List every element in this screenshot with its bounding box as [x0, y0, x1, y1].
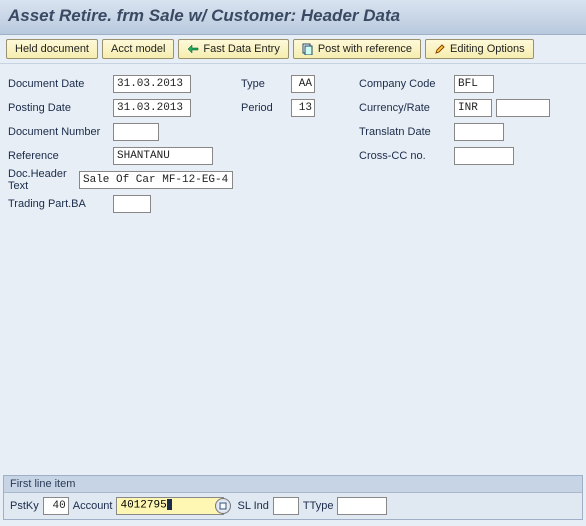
editing-options-button[interactable]: Editing Options [425, 39, 534, 59]
pstky-field[interactable] [43, 497, 69, 515]
document-date-field[interactable] [113, 75, 191, 93]
type-field[interactable] [291, 75, 315, 93]
label-pstky: PstKy [10, 500, 39, 512]
first-line-item-strip: First line item PstKy Account 4012795 SL… [3, 475, 583, 520]
text-cursor [167, 499, 172, 510]
posting-date-field[interactable] [113, 99, 191, 117]
account-field[interactable]: 4012795 [116, 497, 224, 515]
post-reference-icon [302, 43, 314, 55]
account-search-help-button[interactable] [215, 498, 231, 514]
toolbar: Held document Acct model Fast Data Entry… [0, 35, 586, 64]
label-doc-header-text: Doc.Header Text [8, 168, 79, 192]
sl-ind-field[interactable] [273, 497, 299, 515]
label-company-code: Company Code [359, 78, 454, 90]
label-translatn-date: Translatn Date [359, 126, 454, 138]
label-document-date: Document Date [8, 78, 113, 90]
post-with-reference-button[interactable]: Post with reference [293, 39, 421, 59]
label-reference: Reference [8, 150, 113, 162]
label-period: Period [241, 102, 291, 114]
held-document-button[interactable]: Held document [6, 39, 98, 59]
label-cross-cc-no: Cross-CC no. [359, 150, 454, 162]
label-ttype: TType [303, 500, 334, 512]
strip-title: First line item [4, 476, 582, 493]
fast-data-entry-button[interactable]: Fast Data Entry [178, 39, 288, 59]
currency-field[interactable] [454, 99, 492, 117]
label-document-number: Document Number [8, 126, 113, 138]
column-mid: Type Period [241, 74, 351, 214]
reference-field[interactable] [113, 147, 213, 165]
label-posting-date: Posting Date [8, 102, 113, 114]
fast-entry-icon [187, 43, 199, 55]
page-title: Asset Retire. frm Sale w/ Customer: Head… [8, 6, 578, 26]
trading-part-ba-field[interactable] [113, 195, 151, 213]
label-currency-rate: Currency/Rate [359, 102, 454, 114]
label-sl-ind: SL Ind [237, 500, 268, 512]
company-code-field[interactable] [454, 75, 494, 93]
column-right: Company Code Currency/Rate Translatn Dat… [359, 74, 569, 214]
rate-field[interactable] [496, 99, 550, 117]
translatn-date-field[interactable] [454, 123, 504, 141]
period-field[interactable] [291, 99, 315, 117]
column-left: Document Date Posting Date Document Numb… [8, 74, 233, 214]
pencil-icon [434, 43, 446, 55]
label-type: Type [241, 78, 291, 90]
document-number-field[interactable] [113, 123, 159, 141]
ttype-field[interactable] [337, 497, 387, 515]
form-area: Document Date Posting Date Document Numb… [0, 64, 586, 224]
acct-model-button[interactable]: Acct model [102, 39, 174, 59]
search-help-icon [219, 502, 227, 510]
cross-cc-no-field[interactable] [454, 147, 514, 165]
title-bar: Asset Retire. frm Sale w/ Customer: Head… [0, 0, 586, 35]
doc-header-text-field[interactable] [79, 171, 233, 189]
label-trading-part-ba: Trading Part.BA [8, 198, 113, 210]
label-account: Account [73, 500, 113, 512]
